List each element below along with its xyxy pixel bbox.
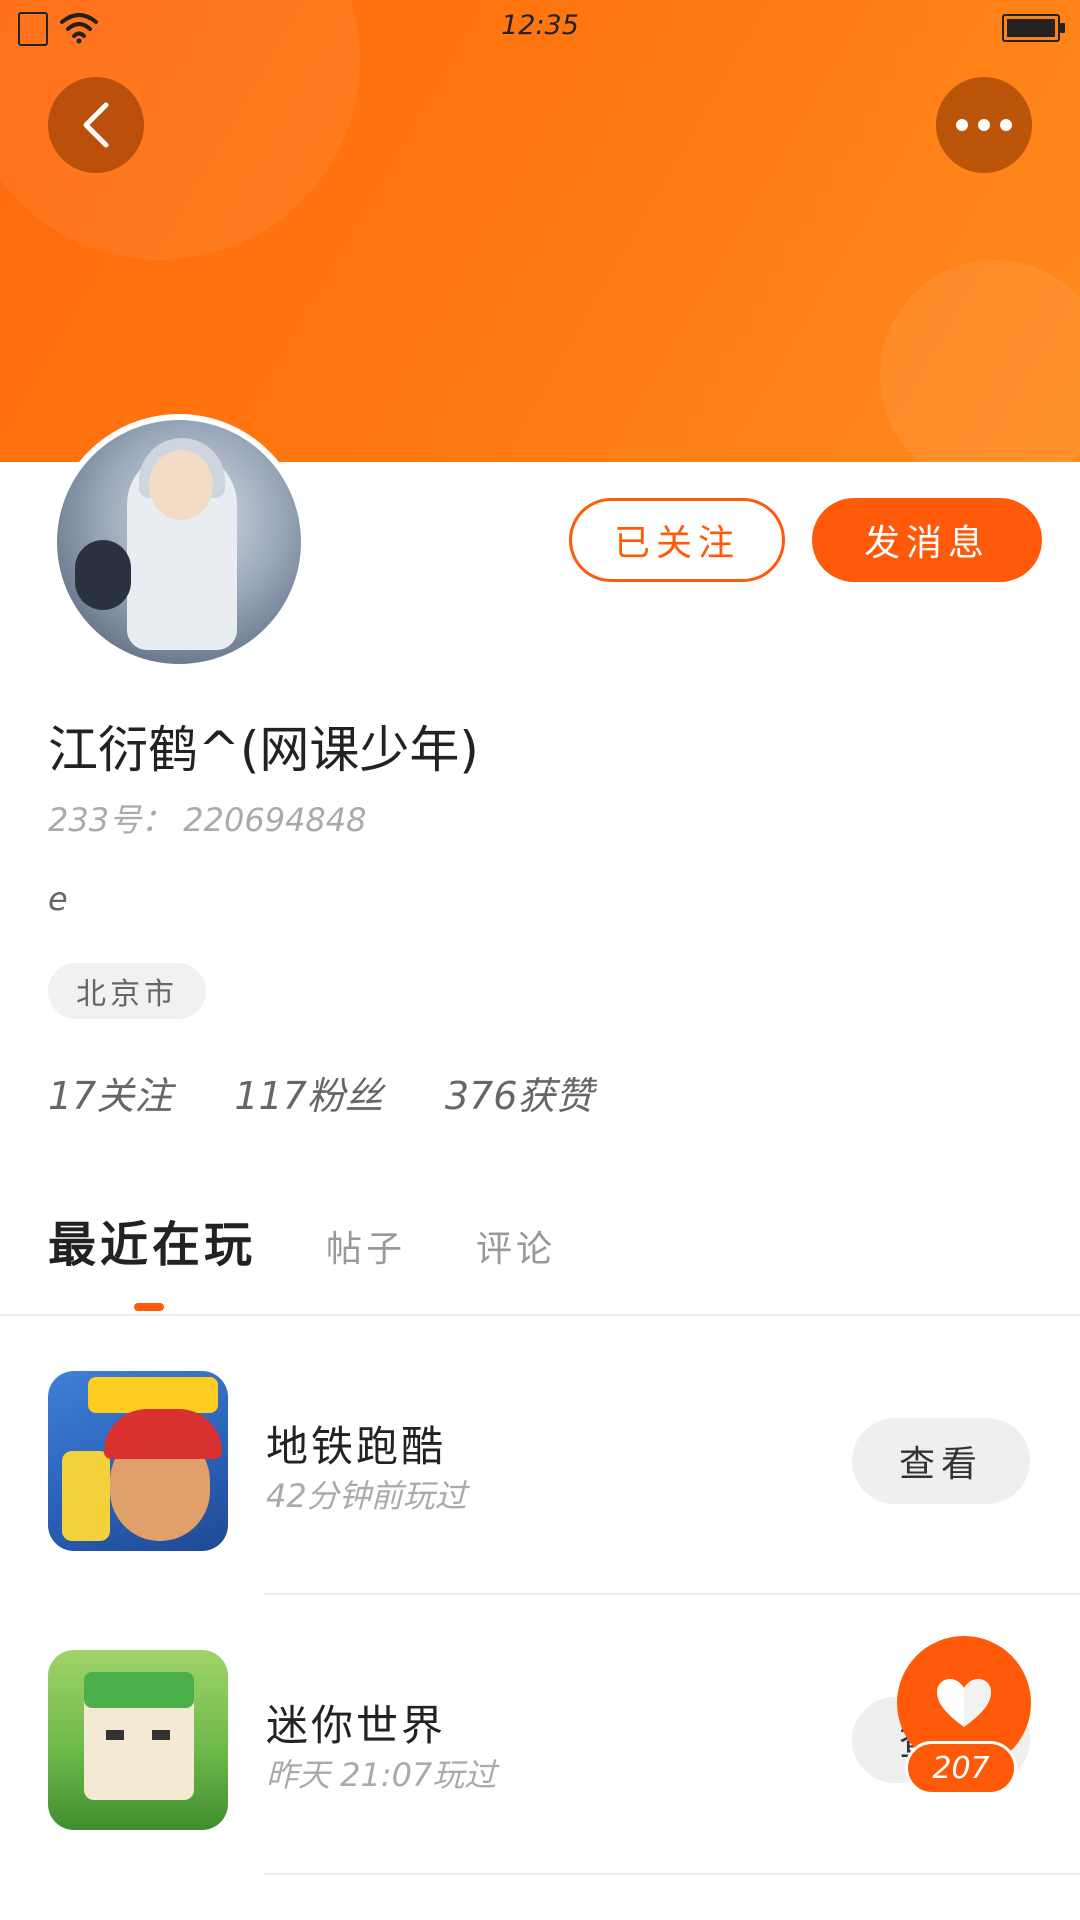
avatar[interactable] — [51, 414, 307, 670]
row-divider — [264, 1873, 1080, 1875]
follow-button[interactable]: 已关注 — [569, 498, 785, 582]
username: 江衍鹤^(网课少年) — [48, 721, 479, 779]
status-time: 12:35 — [501, 10, 579, 41]
user-id-value: 220694848 — [183, 801, 367, 839]
profile-stats: 17关注 117粉丝 376获赞 — [48, 1065, 593, 1120]
like-count-badge: 207 — [905, 1741, 1017, 1795]
user-id: 233号： 220694848 — [48, 795, 367, 841]
list-item[interactable]: 地铁跑酷 42分钟前玩过 查看 — [0, 1316, 1080, 1593]
view-game-button[interactable]: 查看 — [852, 1418, 1030, 1504]
tab-comments[interactable]: 评论 — [476, 1220, 556, 1272]
game-icon-subway-surfers — [48, 1371, 228, 1551]
following-count[interactable]: 17关注 — [48, 1065, 172, 1120]
more-options-button[interactable] — [936, 77, 1032, 173]
likes-count: 376获赞 — [444, 1074, 594, 1118]
banner-decoration — [880, 260, 1080, 462]
tab-recently-played[interactable]: 最近在玩 — [48, 1205, 256, 1275]
tab-posts[interactable]: 帖子 — [326, 1220, 406, 1272]
battery-icon — [1002, 14, 1065, 42]
send-message-button[interactable]: 发消息 — [812, 498, 1042, 582]
game-played-time: 42分钟前玩过 — [266, 1477, 467, 1515]
location-tag: 北京市 — [48, 963, 206, 1019]
game-name: 地铁跑酷 — [266, 1422, 447, 1471]
followers-count[interactable]: 117粉丝 — [234, 1065, 383, 1120]
profile-header-banner — [0, 0, 1080, 462]
user-bio: e — [48, 880, 68, 918]
user-id-label: 233号： — [48, 801, 174, 839]
avatar-image — [57, 420, 301, 664]
game-name: 迷你世界 — [266, 1701, 447, 1750]
back-button[interactable] — [48, 77, 144, 173]
game-played-time: 昨天 21:07玩过 — [266, 1756, 497, 1794]
game-icon-mini-world — [48, 1650, 228, 1830]
active-tab-indicator — [134, 1303, 164, 1311]
status-bar: 12:35 — [0, 0, 1080, 54]
back-arrow-icon — [83, 102, 109, 148]
heart-icon — [937, 1679, 991, 1727]
more-dots-icon — [956, 119, 1012, 131]
profile-tabs: 最近在玩 帖子 评论 — [48, 1205, 626, 1275]
